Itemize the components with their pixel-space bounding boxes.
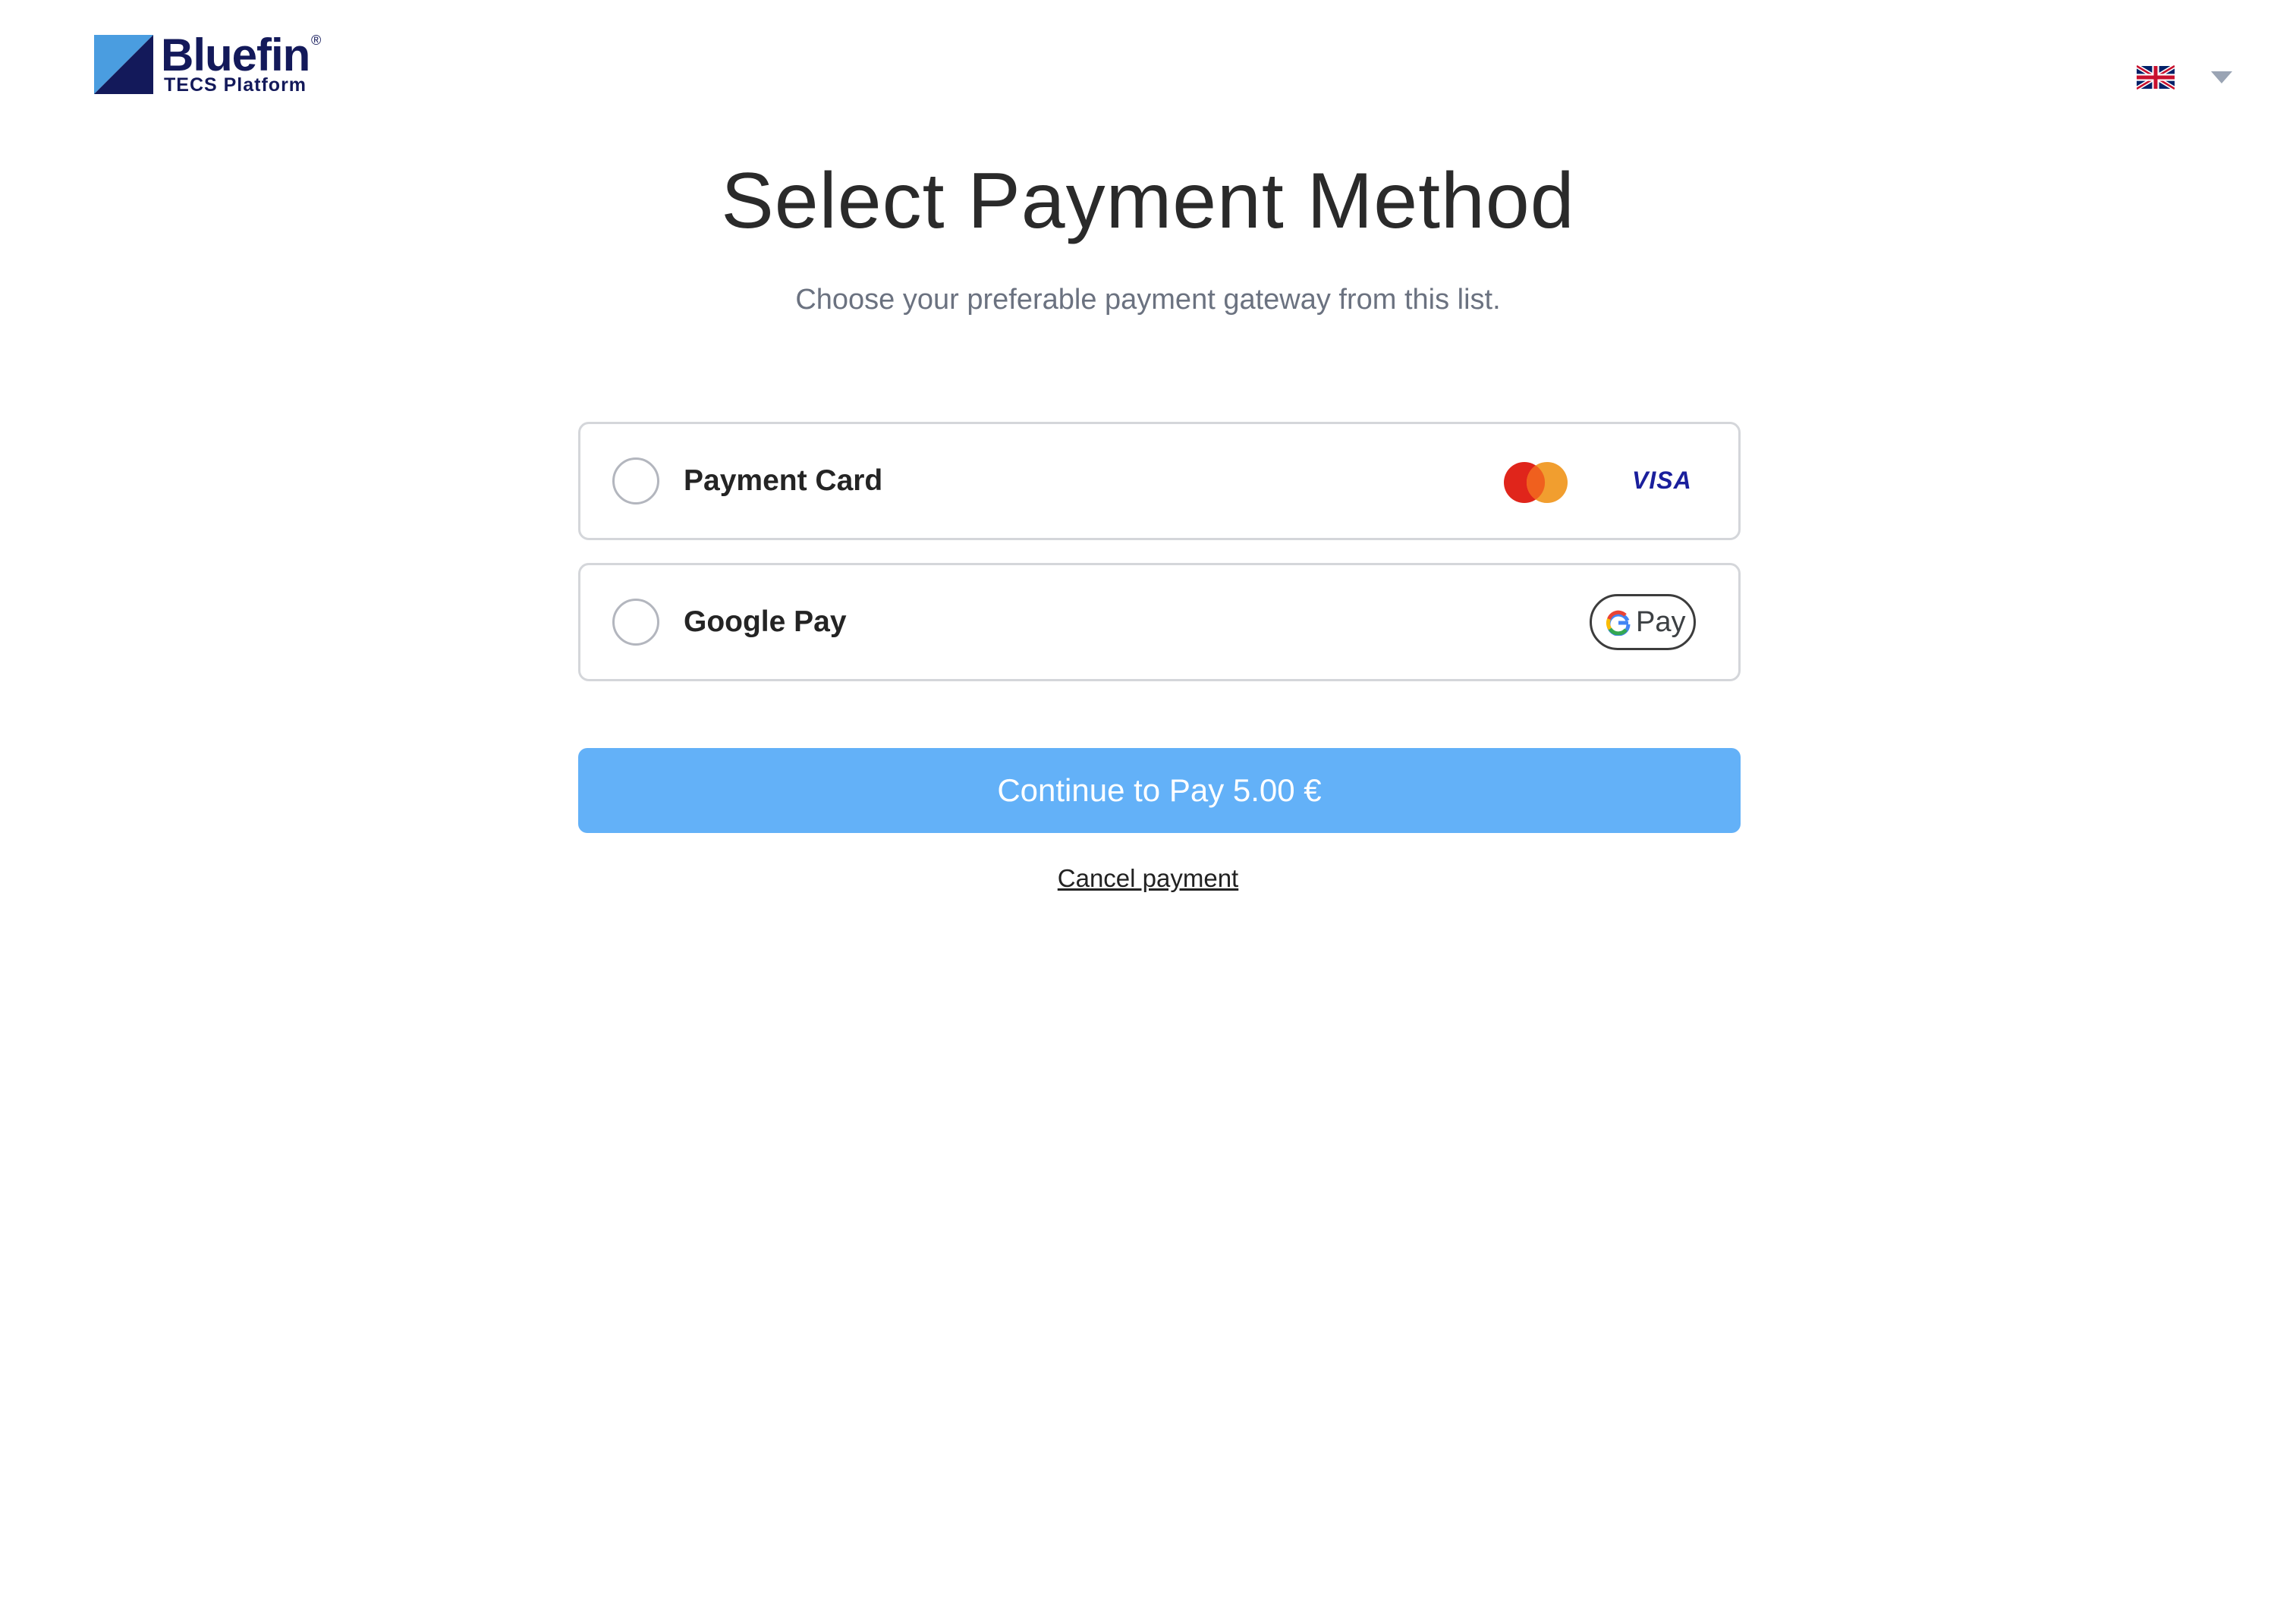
continue-to-pay-button[interactable]: Continue to Pay 5.00 € [578,748,1741,833]
mastercard-icon [1504,462,1568,503]
bluefin-logo: Bluefin ® TECS Platform [94,30,329,96]
visa-icon: VISA [1632,467,1692,494]
brand-subtitle: TECS Platform [164,74,307,96]
page-subtitle: Choose your preferable payment gateway f… [795,284,1501,316]
cancel-payment-link[interactable]: Cancel payment [1058,864,1238,892]
google-pay-icon: Pay [1590,594,1696,650]
radio-payment-card[interactable] [612,457,659,505]
bluefin-logo-icon [94,35,153,94]
page-title: Select Payment Method [721,157,1575,245]
payment-option-card[interactable]: Payment Card VISA [578,422,1741,540]
cancel-payment-container: Cancel payment [0,862,2296,895]
chevron-down-icon[interactable] [2211,71,2232,83]
google-pay-text: Pay [1636,606,1686,638]
payment-option-label: Payment Card [684,464,883,497]
payment-option-label: Google Pay [684,605,847,638]
uk-flag-icon [2137,64,2175,91]
brand-name: Bluefin [161,30,310,80]
language-selector[interactable] [2137,64,2235,94]
payment-option-google-pay[interactable]: Google Pay Pay [578,563,1741,681]
radio-google-pay[interactable] [612,599,659,646]
registered-mark: ® [311,33,322,48]
google-g-icon [1606,610,1631,636]
